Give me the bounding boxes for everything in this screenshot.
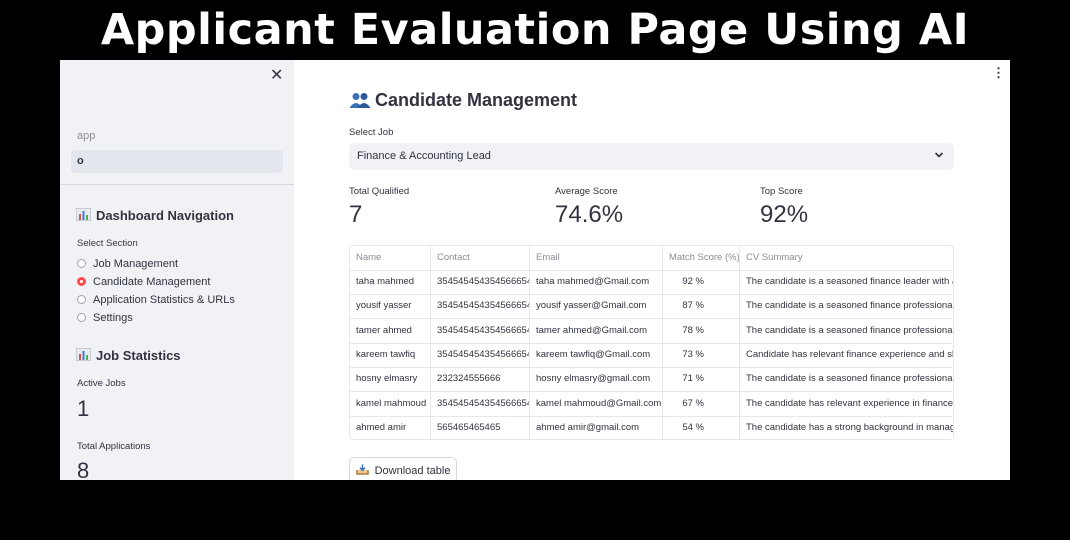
- table-cell: 92 %: [663, 270, 740, 294]
- app-input-label: app: [77, 130, 96, 142]
- table-cell: ahmed amir: [350, 415, 431, 439]
- radio-dot-icon: [77, 259, 86, 268]
- table-cell: The candidate is a seasoned finance prof…: [740, 319, 953, 343]
- download-table-label: Download table: [374, 465, 451, 477]
- table-cell: The candidate is a seasoned finance prof…: [740, 294, 953, 318]
- table-cell: 354545454354566654: [431, 342, 530, 367]
- table-cell: yousif yasser@Gmail.com: [530, 294, 663, 319]
- total-applications-value: 8: [77, 458, 90, 480]
- metric-value: 74.6%: [555, 201, 624, 228]
- app-window: ✕ app o Dashboard Navigation Select Sect…: [60, 60, 1010, 480]
- table-row[interactable]: hosny elmasry 232324555666 hosny elmasry@g…: [350, 367, 953, 393]
- radio-label: Candidate Management: [93, 276, 211, 288]
- table-cell: hosny elmasry@gmail.com: [530, 367, 663, 392]
- table-cell: 67 %: [663, 391, 740, 416]
- table-cell: kareem tawfiq@Gmail.com: [530, 342, 663, 367]
- table-cell: taha mahmed: [350, 270, 431, 294]
- app-input[interactable]: o: [71, 150, 283, 173]
- bar-chart-icon: [76, 208, 91, 221]
- radio-dot-icon: [77, 313, 86, 322]
- table-cell: 78 %: [663, 318, 740, 343]
- metric-value: 7: [349, 201, 363, 228]
- select-section-label: Select Section: [77, 238, 138, 249]
- table-row[interactable]: taha mahmed 354545454354566654 taha mahmed…: [350, 270, 953, 295]
- radio-job-management[interactable]: Job Management: [77, 257, 178, 271]
- table-header-cell[interactable]: Email: [530, 246, 663, 270]
- download-table-button[interactable]: Download table: [349, 457, 457, 480]
- table-row[interactable]: yousif yasser 354545454354566654 yousif ya…: [350, 294, 953, 320]
- page-title: Candidate Management: [349, 90, 577, 111]
- table-header-cell[interactable]: Match Score (%): [663, 246, 740, 270]
- radio-label: Settings: [93, 312, 133, 324]
- kebab-menu-icon[interactable]: ⋮: [992, 65, 1005, 81]
- table-cell: yousif yasser: [350, 294, 431, 319]
- table-cell: 354545454354566654: [431, 270, 530, 294]
- metric-label: Total Qualified: [349, 186, 410, 197]
- radio-label: Job Management: [93, 258, 178, 270]
- table-cell: hosny elmasry: [350, 367, 431, 392]
- table-row[interactable]: ahmed amir 565465465465 ahmed amir@gmail.c…: [350, 415, 953, 439]
- table-cell: 354545454354566654: [431, 294, 530, 319]
- table-cell: 354545454354566654: [431, 318, 530, 343]
- bar-chart-icon: [76, 348, 91, 361]
- table-cell: 354545454354566654: [431, 391, 530, 416]
- people-icon: [349, 90, 371, 111]
- inbox-tray-icon: [355, 464, 375, 477]
- table-cell: kamel mahmoud@Gmail.com: [530, 391, 663, 416]
- metric-label: Top Score: [760, 186, 803, 197]
- table-cell: The candidate has a strong background in…: [740, 416, 953, 439]
- candidates-table[interactable]: Name Contact Email Match Score (%) CV Summar…: [349, 245, 954, 440]
- active-jobs-value: 1: [77, 396, 90, 421]
- select-job-value: Finance & Accounting Lead: [357, 150, 491, 162]
- radio-selected-icon: [77, 277, 86, 286]
- table-cell: 565465465465: [431, 415, 530, 439]
- table-cell: The candidate has relevant experience in…: [740, 392, 953, 416]
- dashboard-navigation-heading: Dashboard Navigation: [76, 208, 234, 223]
- table-cell: The candidate is a seasoned finance prof…: [740, 367, 953, 391]
- active-jobs-label: Active Jobs: [77, 378, 126, 389]
- radio-settings[interactable]: Settings: [77, 311, 133, 325]
- sidebar: ✕ app o Dashboard Navigation Select Sect…: [60, 60, 294, 480]
- table-cell: Candidate has relevant finance experienc…: [740, 343, 953, 367]
- table-cell: tamer ahmed@Gmail.com: [530, 318, 663, 343]
- table-header-cell[interactable]: CV Summary: [740, 246, 953, 270]
- job-statistics-heading: Job Statistics: [76, 348, 181, 363]
- table-cell: tamer ahmed: [350, 318, 431, 343]
- table-cell: kamel mahmoud: [350, 391, 431, 416]
- sidebar-divider: [60, 184, 294, 185]
- radio-application-statistics[interactable]: Application Statistics & URLs: [77, 293, 235, 307]
- table-row[interactable]: kareem tawfiq 354545454354566654 kareem ta…: [350, 342, 953, 368]
- table-cell: 73 %: [663, 342, 740, 367]
- table-cell: taha mahmed@Gmail.com: [530, 270, 663, 294]
- chevron-down-icon: [934, 143, 944, 170]
- table-row[interactable]: kamel mahmoud 354545454354566654 kamel mah…: [350, 391, 953, 417]
- job-statistics-text: Job Statistics: [96, 348, 181, 363]
- page-title-text: Candidate Management: [375, 90, 578, 110]
- banner-title: Applicant Evaluation Page Using AI: [100, 5, 970, 55]
- metric-label: Average Score: [555, 186, 618, 197]
- table-header-row[interactable]: Name Contact Email Match Score (%) CV Summar…: [350, 246, 953, 271]
- table-cell: kareem tawfiq: [350, 342, 431, 367]
- select-job-label: Select Job: [349, 127, 394, 138]
- total-applications-label: Total Applications: [77, 441, 151, 452]
- table-header-cell[interactable]: Name: [350, 246, 431, 270]
- table-cell: 71 %: [663, 367, 740, 392]
- radio-dot-icon: [77, 295, 86, 304]
- table-cell: The candidate is a seasoned finance lead…: [740, 270, 953, 294]
- dashboard-navigation-text: Dashboard Navigation: [96, 208, 234, 223]
- close-icon[interactable]: ✕: [270, 65, 283, 85]
- table-cell: ahmed amir@gmail.com: [530, 415, 663, 439]
- table-row[interactable]: tamer ahmed 354545454354566654 tamer ahmed…: [350, 318, 953, 344]
- table-cell: 87 %: [663, 294, 740, 319]
- radio-candidate-management[interactable]: Candidate Management: [77, 275, 210, 289]
- radio-label: Application Statistics & URLs: [93, 294, 235, 306]
- table-header-cell[interactable]: Contact: [431, 246, 530, 270]
- select-job-dropdown[interactable]: Finance & Accounting Lead: [349, 143, 954, 170]
- table-cell: 54 %: [663, 415, 740, 439]
- metric-value: 92%: [760, 201, 809, 228]
- table-cell: 232324555666: [431, 367, 530, 392]
